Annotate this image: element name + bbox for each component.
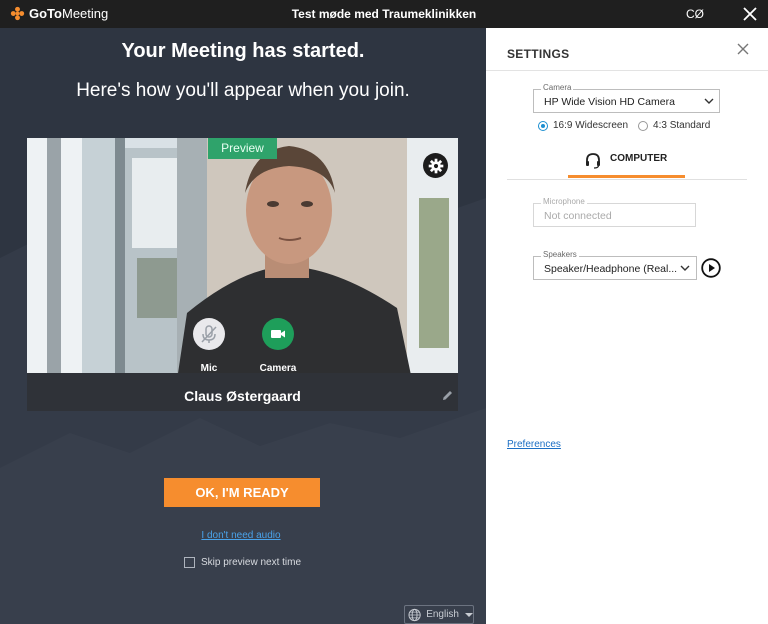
no-audio-link[interactable]: I don't need audio: [0, 530, 482, 541]
video-settings-button[interactable]: [423, 153, 448, 178]
mic-toggle-button[interactable]: [193, 318, 225, 350]
globe-icon: [408, 608, 421, 621]
skip-preview-checkbox[interactable]: Skip preview next time: [184, 557, 301, 568]
play-test-sound-icon[interactable]: [701, 258, 721, 278]
close-icon[interactable]: [737, 43, 749, 55]
window-title: Test møde med Traumeklinikken: [291, 7, 477, 21]
radio-dot[interactable]: [538, 120, 548, 131]
tab-divider: [507, 179, 747, 180]
radio-dot[interactable]: [638, 120, 649, 131]
radio-widescreen[interactable]: 16:9 Widescreen: [538, 120, 628, 131]
preview-tag: Preview: [208, 138, 277, 159]
language-select[interactable]: English: [404, 605, 474, 624]
participant-name: Claus Østergaard: [184, 388, 301, 404]
tab-computer-audio[interactable]: COMPUTER: [568, 145, 685, 177]
mic-label: Mic: [200, 363, 218, 374]
user-initials[interactable]: CØ: [686, 7, 704, 21]
mic-muted-icon: [201, 325, 217, 343]
language-value: English: [426, 609, 459, 620]
preview-panel: Your Meeting has started. Here's how you…: [0, 28, 486, 624]
speakers-legend: Speakers: [541, 250, 579, 259]
speakers-select[interactable]: Speakers Speaker/Headphone (Real...: [533, 250, 697, 280]
settings-panel: SETTINGS Camera HP Wide Vision HD Camera…: [486, 28, 768, 624]
video-camera-icon: [271, 330, 285, 338]
microphone-legend: Microphone: [541, 197, 587, 206]
settings-title: SETTINGS: [507, 47, 570, 61]
microphone-value: Not connected: [544, 210, 612, 222]
speakers-value: Speaker/Headphone (Real...: [544, 263, 678, 275]
webcam-image: [27, 138, 458, 380]
radio-standard[interactable]: 4:3 Standard: [638, 120, 710, 131]
aspect-ratio-options: 16:9 Widescreen 4:3 Standard: [538, 120, 710, 131]
title-bar: GoTo Meeting Test møde med Traumeklinikke…: [0, 0, 768, 28]
radio-standard-label: 4:3 Standard: [653, 120, 711, 131]
radio-widescreen-label: 16:9 Widescreen: [553, 120, 629, 131]
edit-name-pencil-icon[interactable]: [441, 389, 454, 402]
checkbox-box[interactable]: [184, 557, 195, 568]
preview-subheadline: Here's how you'll appear when you join.: [76, 80, 410, 101]
microphone-select[interactable]: Microphone Not connected: [533, 197, 696, 227]
chevron-down-icon: [680, 265, 690, 271]
preferences-link[interactable]: Preferences: [507, 439, 561, 450]
skip-preview-label: Skip preview next time: [201, 557, 302, 568]
chevron-down-icon: [704, 98, 714, 104]
camera-label: Camera: [259, 363, 297, 374]
ready-button[interactable]: OK, I'M READY: [164, 478, 320, 507]
camera-toggle-button[interactable]: [262, 318, 294, 350]
gear-icon: [428, 158, 444, 174]
chevron-down-icon: [465, 612, 473, 617]
window-close-icon[interactable]: [742, 6, 758, 22]
preview-headline: Your Meeting has started.: [121, 40, 365, 62]
active-tab-indicator: [568, 175, 685, 178]
camera-preview: Preview Mic Camera: [27, 138, 458, 380]
camera-select[interactable]: Camera HP Wide Vision HD Camera: [533, 83, 720, 113]
camera-value: HP Wide Vision HD Camera: [544, 96, 675, 108]
headset-icon: [586, 153, 600, 169]
divider: [486, 70, 768, 71]
camera-legend: Camera: [541, 83, 574, 92]
participant-name-bar: Claus Østergaard: [27, 380, 458, 411]
tab-computer-label: COMPUTER: [610, 153, 668, 164]
